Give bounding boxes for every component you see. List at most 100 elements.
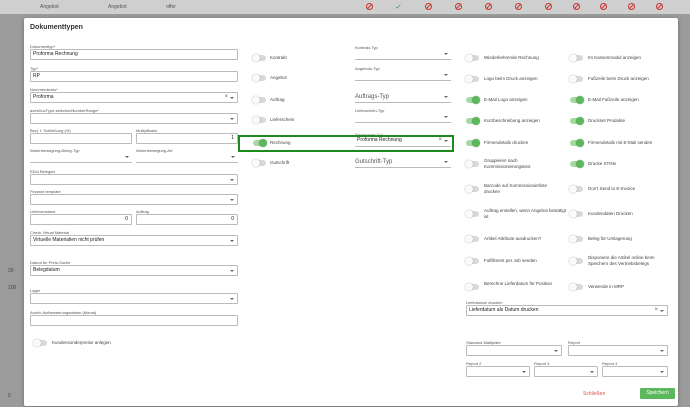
chevron-down-icon[interactable] [660,350,664,352]
background-table-row: Angebot Angebot offer ✓ [0,0,690,14]
datumpreis-select[interactable]: Belegdatum [30,265,238,276]
toggle-artikel-attribute[interactable] [465,235,479,243]
toggle-fusszeile-druck[interactable] [569,75,583,83]
toggle-label: Fulfillment per Job senden [484,258,537,263]
toggle-disponiere[interactable] [569,257,583,265]
chevron-down-icon[interactable] [590,371,594,373]
toggle-firmendetails-email[interactable] [570,139,584,147]
check-icon: ✓ [395,4,401,11]
lieferumstand-input[interactable]: 0 [30,214,132,225]
chevron-down-icon[interactable] [230,97,234,99]
wbart-select[interactable] [136,152,238,163]
chevron-down-icon[interactable] [660,310,664,312]
toggle-kundendaten[interactable] [569,210,583,218]
chevron-down-icon[interactable] [230,298,234,300]
nummernkreis-select[interactable]: Proforma × [30,92,238,103]
archiv-input[interactable] [30,315,238,326]
auftrag-toggle-label: Auftrag [270,97,285,102]
lieferdatum-value: Lieferdatum als Datum drucken [469,307,539,313]
axesdoc-select[interactable] [30,113,238,124]
report3-select[interactable] [534,366,598,377]
kontrakttyp-select[interactable] [355,49,451,60]
auftrag-input[interactable]: 0 [136,214,238,225]
toggle-label: Berechne Lieferdatum für Position [484,281,553,286]
toggle-label: Barcode auf Kommissionierliste drucken [484,183,548,194]
checkvirtual-select[interactable]: Virtuelle Materialien nicht prüfen [30,235,238,246]
toggle-lieferdatum-position[interactable] [465,283,479,291]
toggle-einvoice[interactable] [569,185,583,193]
chevron-down-icon[interactable] [230,118,234,120]
toggle-label: Beleg für Umlagerung [588,236,632,241]
toggle-stins[interactable] [570,160,584,168]
report-select[interactable] [568,345,668,356]
toggle-druckset[interactable] [570,117,584,125]
chevron-down-icon[interactable] [230,240,234,242]
toggle-label: Drucke STINs [588,161,617,166]
standard-mailtplate-select[interactable] [466,345,562,356]
toggle-wiederkehrende-rechnung[interactable] [465,54,479,62]
lieferdatum-select[interactable]: Lieferdatum als Datum drucken × [466,305,668,316]
angebotstyp-select[interactable] [355,70,451,81]
auftragstyp-select[interactable]: Auftrags-Typ [355,92,451,103]
bg-value-100: 100 [8,285,17,291]
chevron-down-icon[interactable] [230,199,234,201]
chevron-down-icon[interactable] [554,350,558,352]
chevron-down-icon[interactable] [230,179,234,181]
toggle-gruppieren[interactable] [465,160,479,168]
chevron-down-icon[interactable] [444,53,448,55]
close-button[interactable]: Schließen [583,391,605,397]
kontrakt-toggle[interactable] [252,54,266,62]
no-icon [425,3,432,10]
chevron-down-icon[interactable] [444,96,448,98]
clear-icon[interactable]: × [224,93,228,102]
auftrag-toggle[interactable] [252,96,266,104]
wbtyp-select[interactable] [30,152,132,163]
toggle-umlagerung[interactable] [569,235,583,243]
gutschrifttyp-select[interactable]: Gutschrift-Typ [355,157,451,168]
gutschrifttyp-placeholder: Gutschrift-Typ [355,159,393,165]
toggle-label: Fußzeile beim Druck anzeigen [588,76,649,81]
toggle-auftrag-erstellen[interactable] [465,210,479,218]
edibelegart-select[interactable] [30,174,238,185]
lieferschein-toggle[interactable] [252,116,266,124]
chevron-down-icon[interactable] [125,156,129,158]
chevron-down-icon[interactable] [660,371,664,373]
clear-icon[interactable]: × [654,306,658,315]
toggle-fulfillment[interactable] [465,257,479,265]
chevron-down-icon[interactable] [444,74,448,76]
multiplikator-input[interactable]: 1 [136,133,238,144]
chevron-down-icon[interactable] [231,156,235,158]
chevron-down-icon[interactable] [522,371,526,373]
no-icon [656,3,663,10]
toggle-kurzbeschreibung[interactable] [466,117,480,125]
toggle-label: Auftrag erstellen, wenn Angebot bestätig… [484,208,567,219]
lieferscheintyp-select[interactable] [355,112,451,123]
save-button[interactable]: Speichern [640,388,675,399]
lager-select[interactable] [30,293,238,304]
financetemplate-select[interactable] [30,194,238,205]
report4-select[interactable] [602,366,668,377]
toggle-mrp[interactable] [569,283,583,291]
bezsk-input[interactable] [30,133,132,144]
dokumenttyp-input[interactable]: Proforma Rechnung [30,49,238,60]
toggle-email-logo[interactable] [466,96,480,104]
gutschrift-label: Gutschrift [270,160,290,165]
chevron-down-icon[interactable] [444,116,448,118]
gutschrift-toggle[interactable] [252,159,266,167]
toggle-email-fusszeile[interactable] [570,96,584,104]
report2-select[interactable] [466,366,530,377]
toggle-label: Kurzbeschreibung anzeigen [484,118,540,123]
typ-input[interactable]: RP [30,71,238,82]
kundensonderpreise-toggle[interactable] [33,339,47,347]
toggle-label: Artikel Attribute ausdrucken? [484,236,542,241]
toggle-kassenmodul[interactable] [569,54,583,62]
toggle-label: Firmendetails mit E-Mail senden [588,140,653,145]
chevron-down-icon[interactable] [444,161,448,163]
no-icon [515,3,522,10]
chevron-down-icon[interactable] [230,270,234,272]
toggle-logo-druck[interactable] [465,75,479,83]
angebot-toggle[interactable] [252,74,266,82]
toggle-firmendetails[interactable] [466,139,480,147]
bg-cell-angebot: Angebot [40,4,59,10]
toggle-barcode[interactable] [465,185,479,193]
